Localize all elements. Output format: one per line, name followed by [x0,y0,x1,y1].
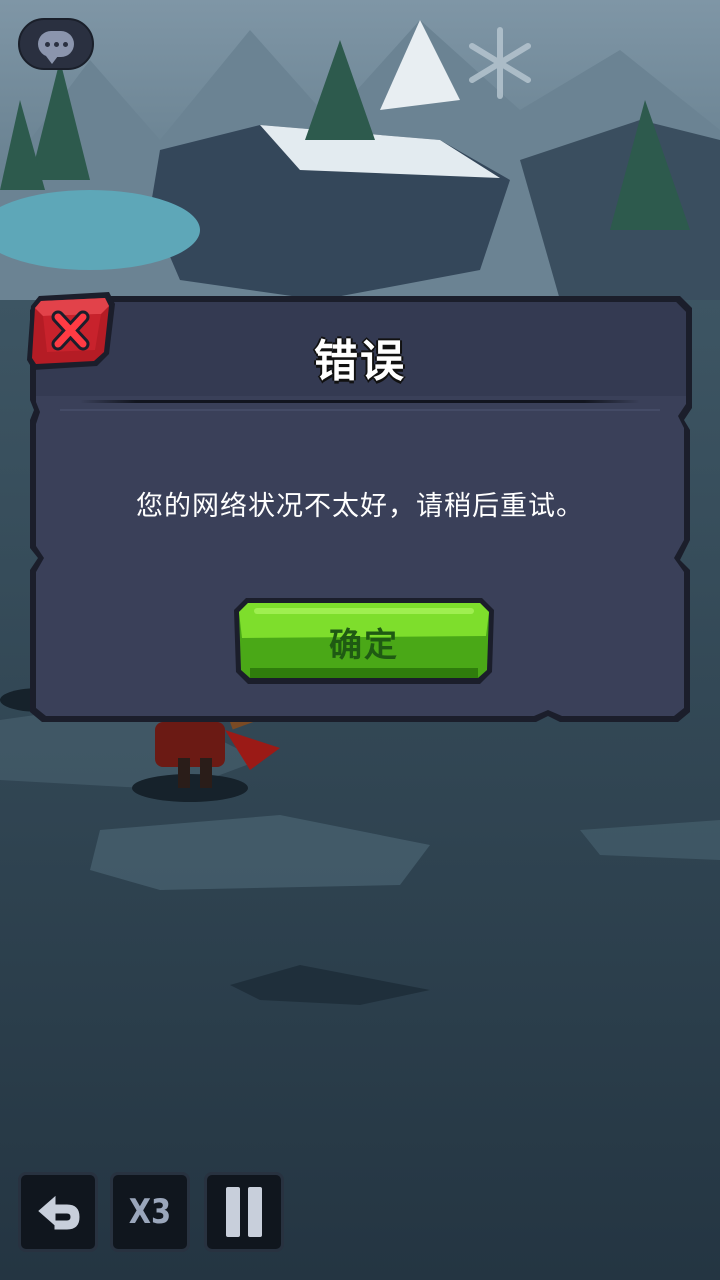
speed-label: X3 [128,1192,172,1232]
confirm-button[interactable]: 确定 [234,598,494,684]
close-x-icon [27,292,115,370]
back-button[interactable] [18,1172,98,1252]
close-button[interactable] [25,292,117,372]
speed-button[interactable]: X3 [110,1172,190,1252]
chat-button[interactable] [18,18,94,70]
pause-button[interactable] [204,1172,284,1252]
pause-icon [226,1187,262,1237]
chat-bubble-icon [38,31,74,64]
confirm-label: 确定 [329,625,399,664]
return-arrow-icon [38,1195,80,1230]
error-message: 您的网络状况不太好，请稍后重试。 [136,491,584,522]
title-divider [80,400,640,403]
